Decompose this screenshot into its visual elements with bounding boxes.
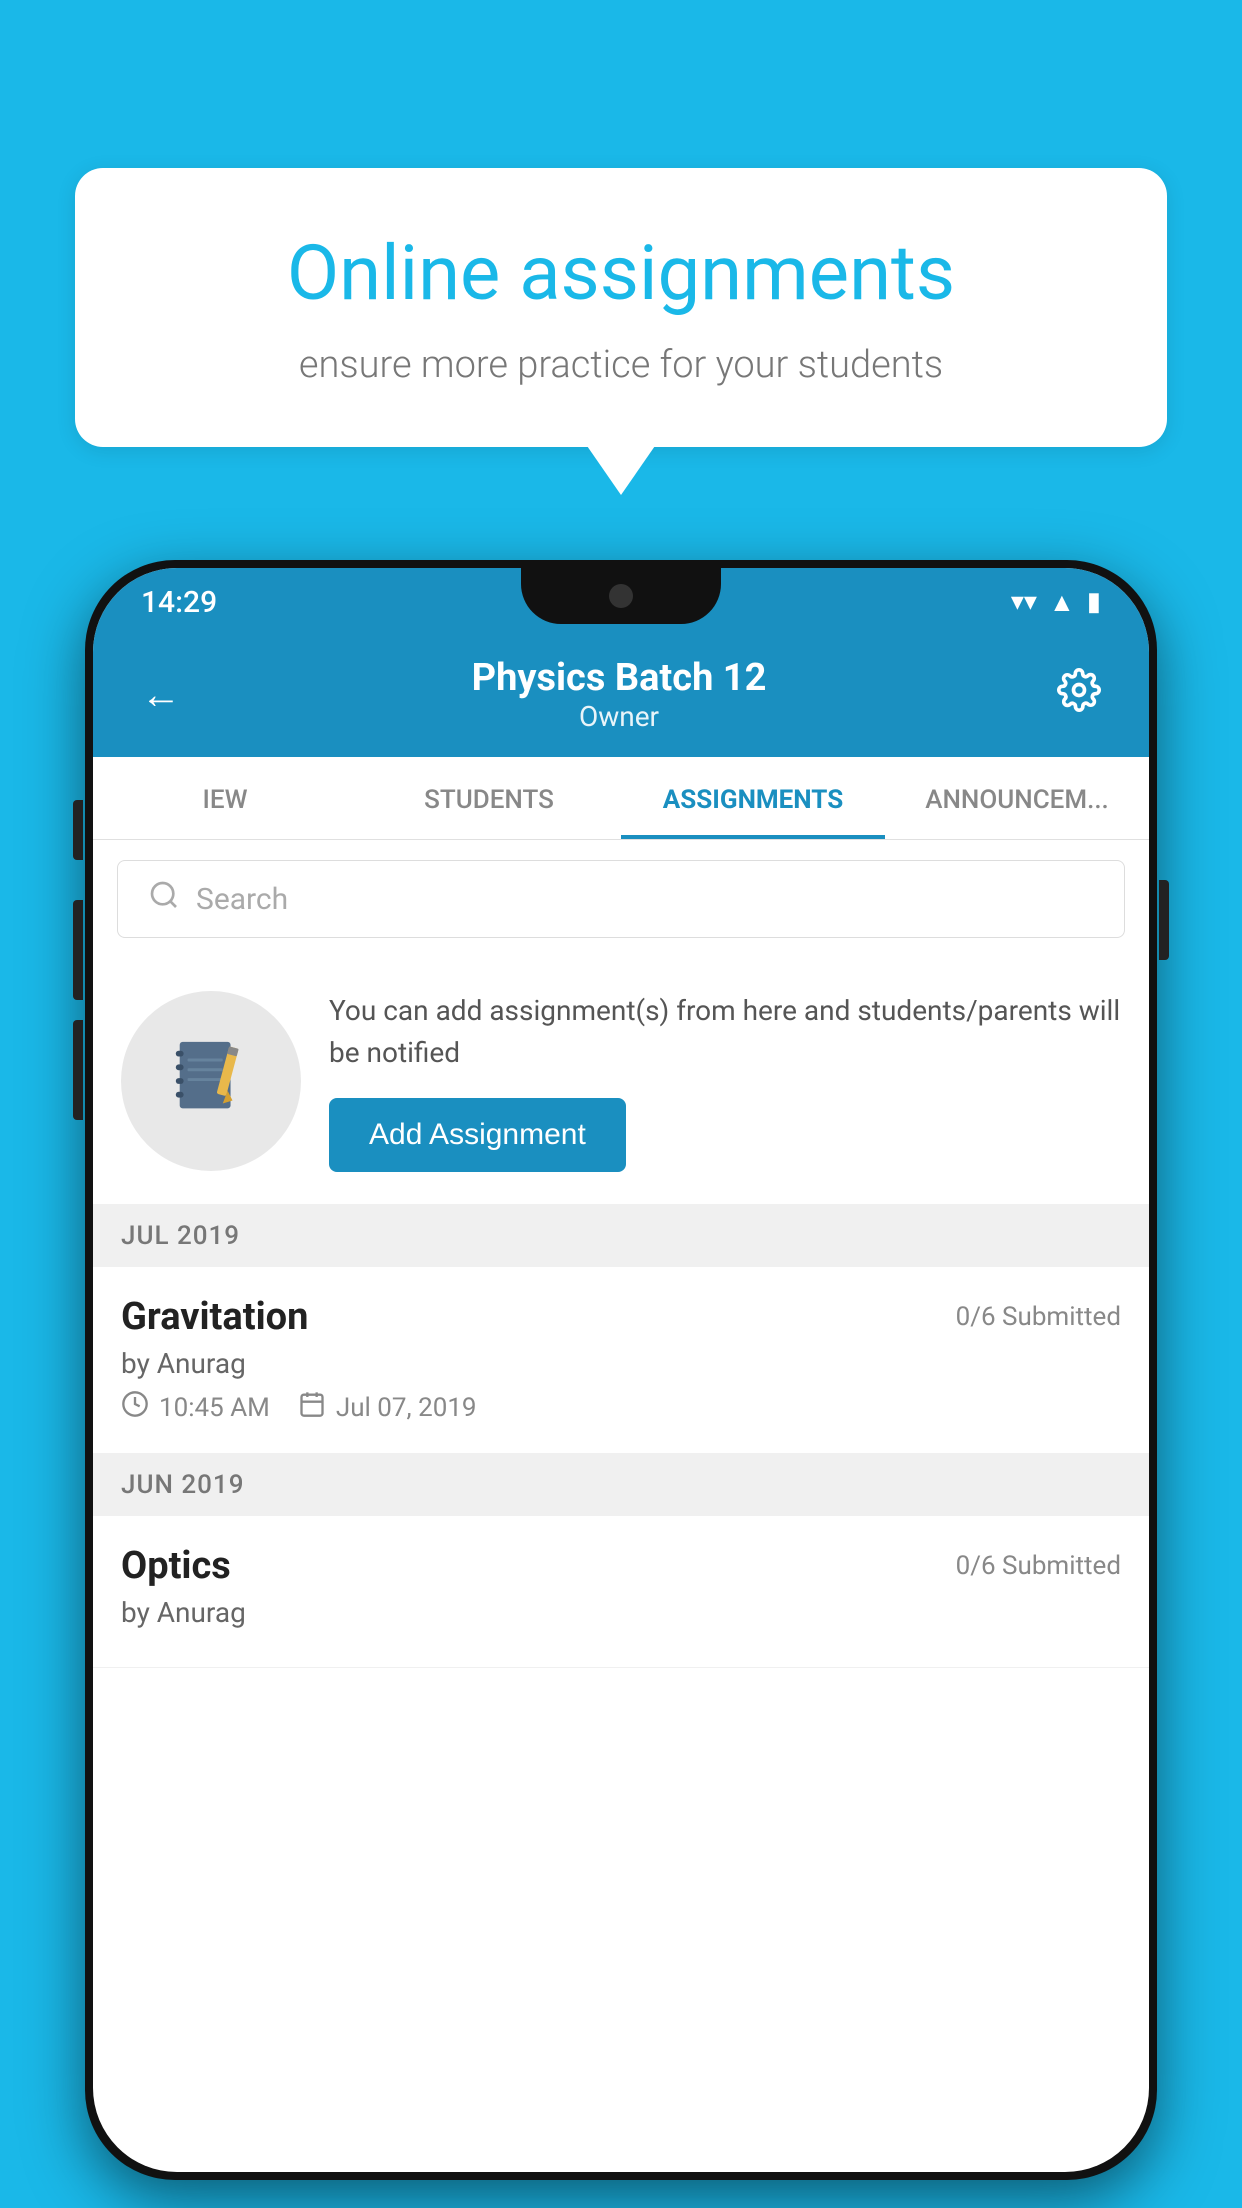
phone-notch [521, 568, 721, 624]
assignment-name-gravitation: Gravitation [121, 1295, 308, 1339]
search-icon [148, 879, 180, 919]
back-button[interactable]: ← [141, 671, 181, 718]
promo-icon-circle [121, 991, 301, 1171]
status-icons: ▾▾ ▲ ▮ [1011, 587, 1101, 618]
phone-screen: 14:29 ▾▾ ▲ ▮ ← Physics Batch 12 Owner [93, 568, 1149, 2172]
app-header: ← Physics Batch 12 Owner [93, 636, 1149, 757]
search-placeholder: Search [196, 882, 288, 917]
assignment-time-value: 10:45 AM [159, 1393, 270, 1423]
phone-frame: 14:29 ▾▾ ▲ ▮ ← Physics Batch 12 Owner [85, 560, 1157, 2180]
header-title: Physics Batch 12 [472, 656, 767, 700]
section-header-jul: JUL 2019 [93, 1205, 1149, 1267]
assignment-by-gravitation: by Anurag [121, 1347, 1121, 1380]
add-assignment-button[interactable]: Add Assignment [329, 1098, 626, 1172]
volume-up-button[interactable] [73, 900, 83, 1000]
tab-students[interactable]: STUDENTS [357, 757, 621, 839]
promo-content: You can add assignment(s) from here and … [329, 990, 1121, 1172]
assignment-date-value: Jul 07, 2019 [336, 1393, 477, 1423]
volume-down-button[interactable] [73, 1020, 83, 1120]
assignment-date: Jul 07, 2019 [298, 1390, 477, 1425]
front-camera [609, 584, 633, 608]
tabs-bar: IEW STUDENTS ASSIGNMENTS ANNOUNCEM... [93, 757, 1149, 840]
assignment-row1-optics: Optics 0/6 Submitted [121, 1544, 1121, 1588]
header-subtitle: Owner [472, 700, 767, 733]
signal-icon: ▲ [1049, 587, 1075, 618]
speech-bubble: Online assignments ensure more practice … [75, 168, 1167, 447]
power-button[interactable] [1159, 880, 1169, 960]
section-header-jun: JUN 2019 [93, 1454, 1149, 1516]
wifi-icon: ▾▾ [1011, 587, 1037, 617]
bubble-title: Online assignments [155, 228, 1087, 319]
promo-section: You can add assignment(s) from here and … [93, 958, 1149, 1205]
search-bar[interactable]: Search [117, 860, 1125, 938]
battery-icon: ▮ [1087, 587, 1101, 617]
mute-button[interactable] [73, 800, 83, 860]
assignment-submitted-optics: 0/6 Submitted [956, 1551, 1121, 1581]
assignment-by-optics: by Anurag [121, 1596, 1121, 1629]
settings-button[interactable] [1057, 668, 1101, 722]
promo-card: Online assignments ensure more practice … [75, 168, 1167, 447]
tab-announcements[interactable]: ANNOUNCEM... [885, 757, 1149, 839]
assignment-meta-gravitation: 10:45 AM Jul 07, 2019 [121, 1390, 1121, 1425]
promo-description: You can add assignment(s) from here and … [329, 990, 1121, 1074]
tab-iew[interactable]: IEW [93, 757, 357, 839]
assignment-submitted-gravitation: 0/6 Submitted [956, 1302, 1121, 1332]
assignment-item-optics[interactable]: Optics 0/6 Submitted by Anurag [93, 1516, 1149, 1668]
assignment-time: 10:45 AM [121, 1390, 270, 1425]
clock-icon [121, 1390, 149, 1425]
assignment-name-optics: Optics [121, 1544, 231, 1588]
notebook-icon [171, 1037, 251, 1125]
bubble-subtitle: ensure more practice for your students [155, 343, 1087, 387]
assignment-row1: Gravitation 0/6 Submitted [121, 1295, 1121, 1339]
assignment-item-gravitation[interactable]: Gravitation 0/6 Submitted by Anurag 10:4… [93, 1267, 1149, 1454]
tab-assignments[interactable]: ASSIGNMENTS [621, 757, 885, 839]
search-container: Search [93, 840, 1149, 958]
calendar-icon [298, 1390, 326, 1425]
status-time: 14:29 [141, 585, 217, 620]
header-center: Physics Batch 12 Owner [472, 656, 767, 733]
